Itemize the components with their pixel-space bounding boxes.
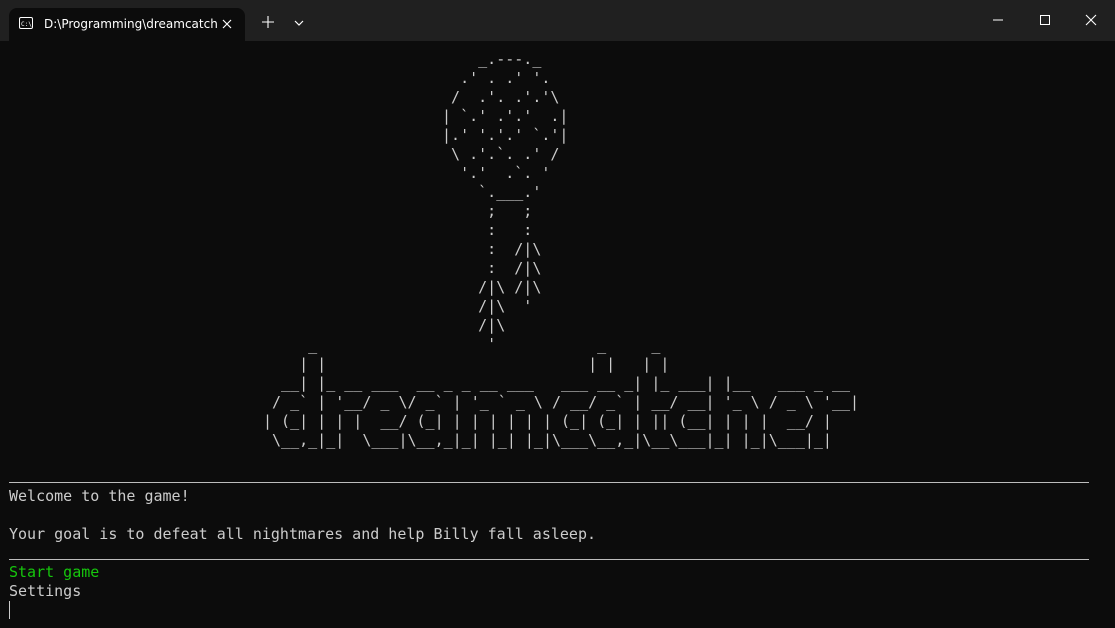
tab-title: D:\Programming\dreamcatch	[44, 17, 218, 31]
close-button[interactable]	[1068, 0, 1114, 41]
dreamcatcher-ascii-art: _.---._ .' . .' '. / .'. .'.'\ | `.' .'.…	[442, 50, 569, 353]
divider-top	[9, 482, 1089, 483]
text-cursor	[9, 601, 10, 619]
chevron-down-icon[interactable]	[291, 16, 307, 30]
terminal-content[interactable]: _.---._ .' . .' '. / .'. .'.'\ | `.' .'.…	[0, 41, 1115, 628]
game-logo-ascii-art: _ _ _ | | | | | | __| |_ __ ___ __ _ _ _…	[263, 336, 860, 449]
divider-bottom	[9, 559, 1089, 560]
minimize-button[interactable]	[975, 0, 1021, 41]
title-bar: C:\ D:\Programming\dreamcatch	[0, 0, 1115, 41]
menu-item-settings[interactable]: Settings	[9, 582, 81, 601]
minimize-icon	[993, 19, 1003, 21]
terminal-window: C:\ D:\Programming\dreamcatch _.---._ .'…	[0, 0, 1115, 628]
menu-item-start-game[interactable]: Start game	[9, 563, 99, 582]
maximize-button[interactable]	[1022, 0, 1068, 41]
close-icon	[1085, 14, 1097, 26]
close-tab-icon[interactable]	[220, 17, 234, 31]
terminal-tab[interactable]: C:\ D:\Programming\dreamcatch	[9, 8, 245, 41]
welcome-text: Welcome to the game!	[9, 487, 190, 505]
goal-text: Your goal is to defeat all nightmares an…	[9, 525, 596, 543]
svg-text:C:\: C:\	[21, 21, 32, 28]
maximize-icon	[1040, 15, 1050, 25]
plus-icon[interactable]	[260, 14, 276, 30]
terminal-icon: C:\	[19, 17, 33, 29]
